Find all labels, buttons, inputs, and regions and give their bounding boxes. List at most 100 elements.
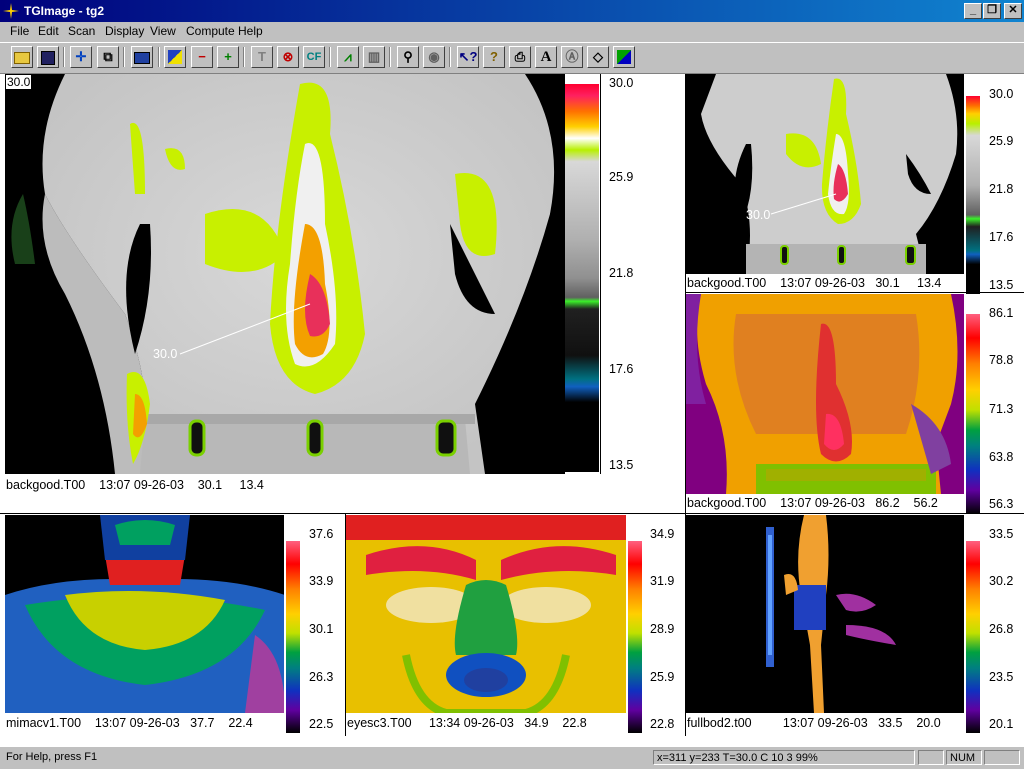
menu-scan[interactable]: Scan [68, 24, 95, 39]
status-scroll [984, 750, 1020, 765]
help-button[interactable]: ? [483, 46, 505, 68]
increase-button[interactable]: + [217, 46, 239, 68]
text-t-icon: T [258, 49, 266, 64]
back-small-scale-gradient [966, 96, 980, 294]
neck-scale-tick: 37.6 [309, 527, 334, 541]
back-color-scale-tick: 56.3 [989, 497, 1014, 511]
back-color-scale: 86.1 78.8 71.3 63.8 56.3 [964, 294, 1022, 514]
close-icon: ✕ [1008, 4, 1018, 16]
thumb-back-color[interactable] [686, 294, 964, 494]
neck-graphic [5, 515, 285, 713]
circle-a-icon: Ⓐ [565, 49, 579, 64]
palette-icon [168, 50, 182, 64]
cf-icon: CF [306, 51, 322, 63]
text-tool-button[interactable]: T [251, 46, 273, 68]
color-button[interactable] [613, 46, 635, 68]
thumb-neck[interactable] [5, 515, 285, 713]
back-small-scale: 30.0 25.9 21.8 17.6 13.5 [964, 74, 1022, 294]
thumb-fullbody[interactable] [686, 515, 964, 713]
face-scale: 34.9 31.9 28.9 25.9 22.8 [626, 515, 684, 733]
eraser-button[interactable]: ◇ [587, 46, 609, 68]
copy-icon: ⧉ [103, 49, 113, 64]
thumb-face[interactable] [346, 515, 626, 713]
cf-button[interactable]: CF [303, 46, 325, 68]
menu-help[interactable]: Help [238, 24, 263, 39]
restore-icon: ❐ [987, 4, 997, 16]
neck-scale: 37.6 33.9 30.1 26.3 22.5 [284, 515, 344, 733]
fullbody-scale-tick: 23.5 [989, 670, 1014, 684]
minimize-button[interactable]: _ [964, 3, 982, 19]
fullbody-scale-tick: 30.2 [989, 574, 1014, 588]
magnifier-reset-icon: ◉ [428, 49, 440, 64]
row-divider [0, 513, 1024, 514]
back-small-caption: backgood.T00 13:07 09-26-03 30.1 13.4 [687, 276, 942, 290]
neck-caption: mimacv1.T00 13:07 09-26-03 37.7 22.4 [6, 716, 253, 730]
face-scale-tick: 22.8 [650, 717, 675, 731]
context-help-button[interactable]: ↖? [457, 46, 479, 68]
lock-button[interactable]: ▥ [363, 46, 385, 68]
camera-button[interactable] [131, 46, 153, 68]
save-button[interactable] [37, 46, 59, 68]
status-empty [918, 750, 944, 765]
camera-icon [134, 52, 150, 64]
fullbody-scale: 33.5 30.2 26.8 23.5 20.1 [964, 515, 1022, 733]
target-icon: ⊗ [282, 49, 294, 64]
question-icon: ? [490, 49, 498, 64]
status-help-text: For Help, press F1 [6, 751, 98, 763]
main-thermal-image[interactable]: 30.0 30.0 [5, 74, 565, 474]
palette-button[interactable] [164, 46, 186, 68]
fullbody-scale-tick: 33.5 [989, 527, 1014, 541]
zoom-button[interactable]: ⚲ [397, 46, 419, 68]
minimize-icon: _ [969, 4, 977, 16]
open-button[interactable] [11, 46, 33, 68]
face-scale-tick: 25.9 [650, 670, 675, 684]
face-caption: eyesc3.T00 13:34 09-26-03 34.9 22.8 [347, 716, 587, 730]
circle-a-button[interactable]: Ⓐ [561, 46, 583, 68]
title-bar: TGImage - tg2 _ ❐ ✕ [0, 0, 1024, 22]
back-color-scale-tick: 71.3 [989, 402, 1014, 416]
thumb-back-small[interactable]: 30.0 [686, 74, 964, 274]
menu-file[interactable]: File [10, 24, 29, 39]
annotate-button[interactable]: A [535, 46, 557, 68]
back-color-scale-tick: 63.8 [989, 450, 1014, 464]
zoom-reset-button[interactable]: ◉ [423, 46, 445, 68]
histogram-button[interactable]: ⩘ [337, 46, 359, 68]
arrow-question-icon: ↖? [458, 49, 478, 64]
main-temperature-scale: 30.0 25.9 21.8 17.6 13.5 [565, 74, 645, 474]
neck-scale-tick: 30.1 [309, 622, 334, 636]
menu-display[interactable]: Display [105, 24, 144, 39]
magnifier-icon: ⚲ [403, 49, 413, 64]
main-scale-tick: 21.8 [609, 266, 634, 280]
main-marker-label: 30.0 [153, 347, 178, 361]
back-color-graphic [686, 294, 958, 494]
main-corner-value: 30.0 [5, 74, 33, 90]
crosshair-button[interactable]: ✛ [70, 46, 92, 68]
copy-button[interactable]: ⧉ [97, 46, 119, 68]
menu-edit[interactable]: Edit [38, 24, 59, 39]
neck-scale-gradient [286, 541, 300, 733]
restore-button[interactable]: ❐ [983, 3, 1001, 19]
column-divider [685, 74, 686, 736]
fullbody-caption: fullbod2.t00 13:07 09-26-03 33.5 20.0 [687, 716, 941, 730]
back-color-scale-tick: 78.8 [989, 353, 1014, 367]
print-button[interactable]: ⎙ [509, 46, 531, 68]
fullbody-graphic [766, 515, 896, 713]
lock-icon: ▥ [367, 49, 381, 64]
back-thermal-graphic [5, 74, 565, 474]
temperature-button[interactable]: ⊗ [277, 46, 299, 68]
histogram-icon: ⩘ [344, 49, 352, 64]
back-color-caption: backgood.T00 13:07 09-26-03 86.2 56.2 [687, 496, 938, 510]
letter-a-icon: A [540, 49, 552, 65]
plus-icon: + [224, 49, 232, 64]
decrease-button[interactable]: − [191, 46, 213, 68]
neck-scale-tick: 33.9 [309, 574, 334, 588]
menu-compute[interactable]: Compute [186, 24, 235, 39]
close-button[interactable]: ✕ [1004, 3, 1022, 19]
neck-scale-tick: 26.3 [309, 670, 334, 684]
main-scale-tick: 25.9 [609, 170, 634, 184]
menu-view[interactable]: View [150, 24, 176, 39]
minus-icon: − [198, 49, 206, 64]
face-scale-gradient [628, 541, 642, 733]
eraser-icon: ◇ [593, 49, 603, 64]
back-color-scale-tick: 86.1 [989, 306, 1014, 320]
